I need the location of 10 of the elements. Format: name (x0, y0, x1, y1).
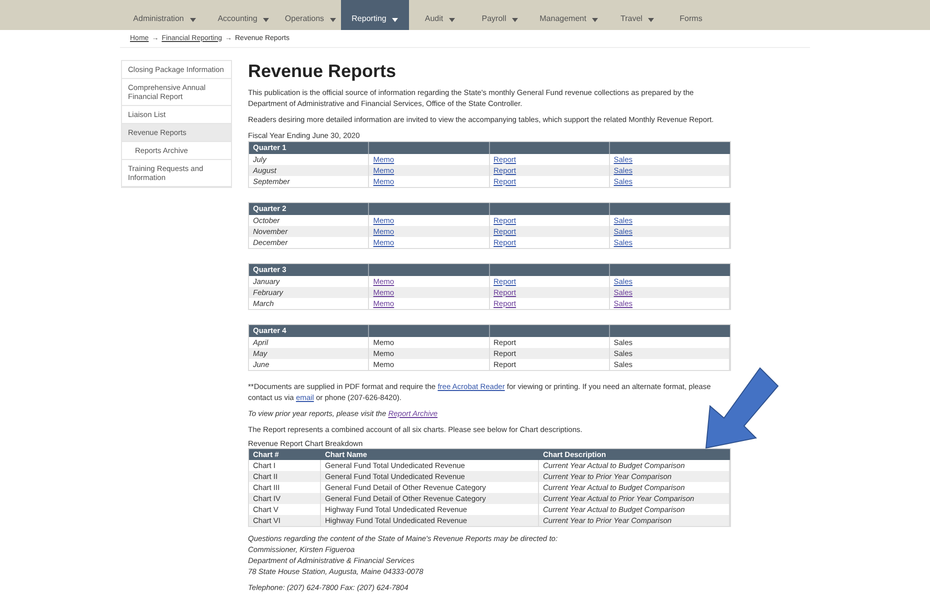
nav-item[interactable]: Management (529, 0, 609, 30)
nav-item[interactable]: Administration (122, 0, 207, 30)
nav-item[interactable]: Reporting (341, 0, 409, 30)
nav-item[interactable]: Audit (409, 0, 471, 30)
nav-item[interactable]: Forms (666, 0, 716, 30)
page-title: Revenue Reports (248, 60, 398, 82)
nav-item[interactable]: Operations (280, 0, 341, 30)
nav-item[interactable]: Accounting (207, 0, 280, 30)
nav-item[interactable]: Travel (609, 0, 666, 30)
nav-item[interactable]: Payroll (471, 0, 529, 30)
